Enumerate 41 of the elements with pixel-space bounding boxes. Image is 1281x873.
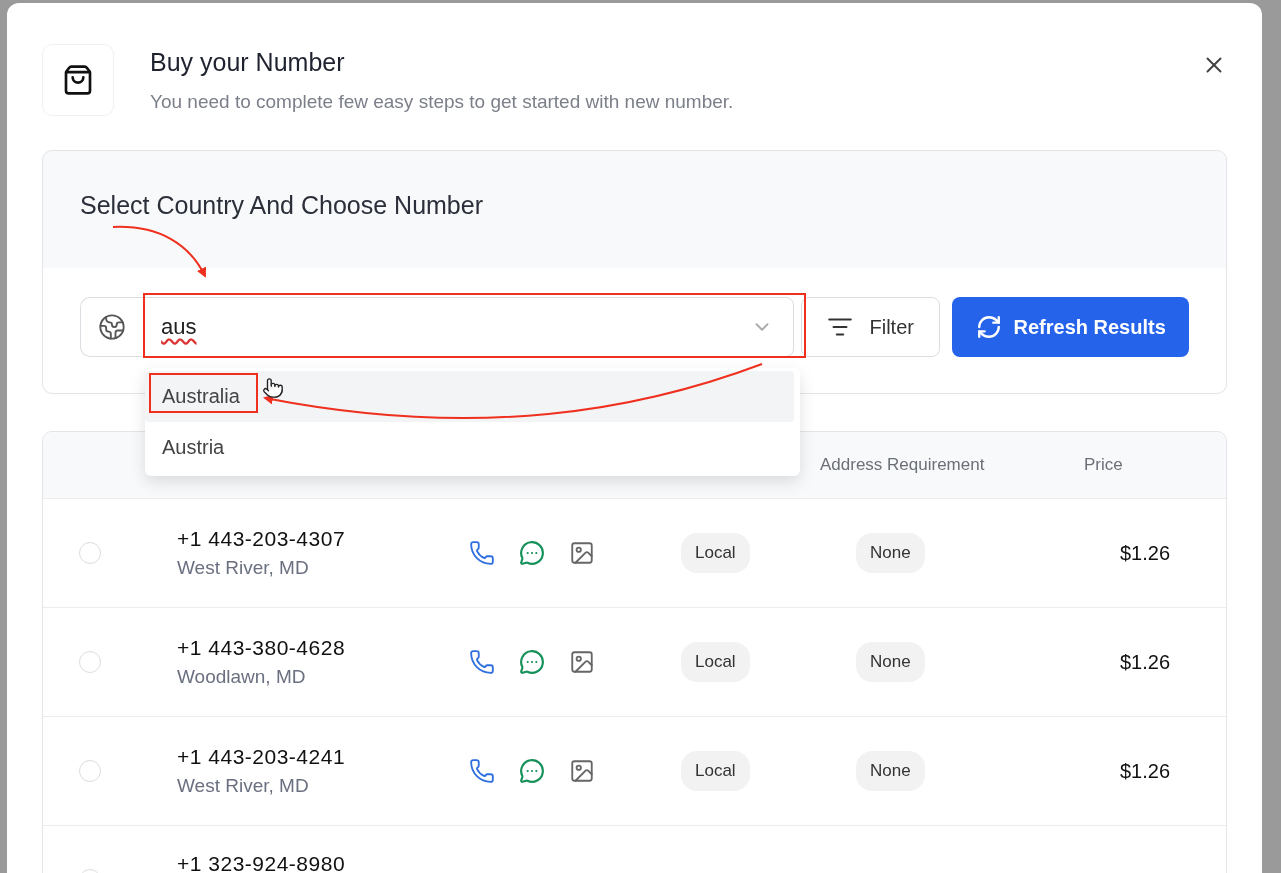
- address-tag: None: [856, 751, 925, 791]
- phone-icon: [469, 758, 495, 784]
- column-header: Address Requirement: [820, 455, 985, 475]
- location: West River, MD: [177, 557, 310, 579]
- chat-icon: [519, 649, 545, 675]
- price: $1.26: [1120, 650, 1172, 674]
- phone-number: +1 443-203-4307: [177, 527, 347, 551]
- image-icon: [569, 649, 595, 675]
- dropdown-option[interactable]: Australia: [145, 371, 794, 422]
- phone-icon: [469, 649, 495, 675]
- type-tag: Local: [681, 642, 750, 682]
- globe-icon: [98, 313, 127, 341]
- chat-icon: [519, 758, 545, 784]
- image-icon: [569, 540, 595, 566]
- filter-button[interactable]: Filter: [801, 297, 941, 357]
- refresh-button[interactable]: Refresh Results: [952, 297, 1189, 357]
- hand-cursor-icon: [262, 377, 284, 399]
- shopping-bag-icon: [62, 64, 94, 96]
- address-tag: None: [856, 642, 925, 682]
- location: West River, MD: [177, 775, 310, 797]
- price: $1.26: [1120, 541, 1172, 565]
- image-icon: [569, 758, 595, 784]
- radio-button[interactable]: [79, 760, 101, 782]
- dialog-title: Buy your Number: [150, 48, 346, 77]
- address-tag: None: [856, 533, 925, 573]
- type-tag: Local: [681, 533, 750, 573]
- type-tag: Local: [681, 751, 750, 791]
- dialog-subtitle: You need to complete few easy steps to get started with new number.: [150, 91, 735, 113]
- refresh-icon: [975, 314, 1002, 340]
- card-title: Select Country And Choose Number: [80, 191, 483, 220]
- phone-number: +1 443-380-4628: [177, 636, 347, 660]
- phone-number: +1 323-924-8980: [177, 852, 347, 873]
- chat-icon: [519, 540, 545, 566]
- column-header: Price: [1084, 455, 1123, 475]
- radio-button[interactable]: [79, 651, 101, 673]
- radio-button[interactable]: [79, 542, 101, 564]
- location: Woodlawn, MD: [177, 666, 307, 688]
- phone-number: +1 443-203-4241: [177, 745, 347, 769]
- phone-icon: [469, 540, 495, 566]
- price: $1.26: [1120, 759, 1172, 783]
- dropdown-option[interactable]: Austria: [145, 422, 794, 473]
